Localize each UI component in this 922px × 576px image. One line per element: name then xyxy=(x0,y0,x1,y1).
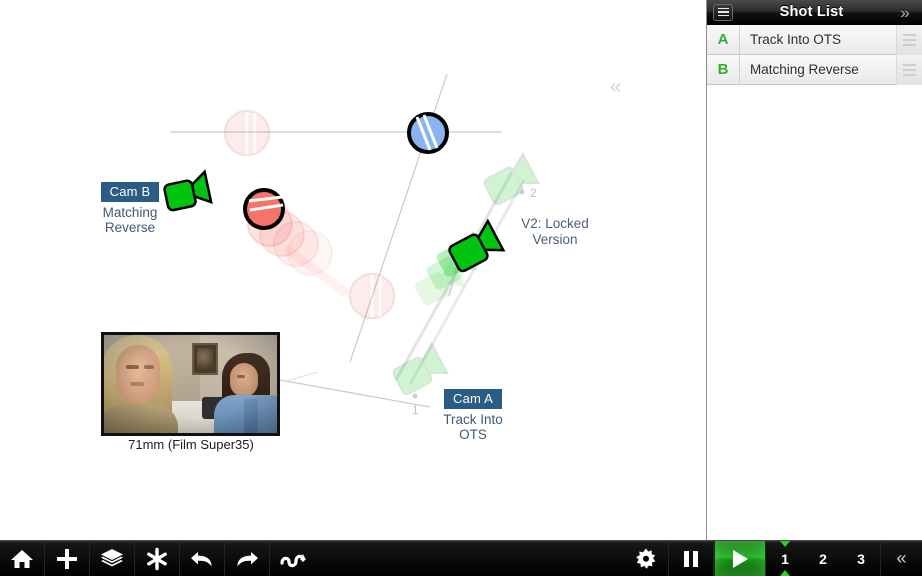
frame-marker-bottom-icon xyxy=(780,570,790,576)
redo-icon[interactable] xyxy=(225,541,270,576)
play-icon[interactable] xyxy=(714,541,766,576)
shot-list-title: Shot List xyxy=(779,4,844,20)
gear-icon[interactable] xyxy=(624,541,669,576)
frame-button-1[interactable]: 1 xyxy=(766,541,804,576)
camera-b-icon xyxy=(163,169,213,212)
shot-preview-thumbnail[interactable] xyxy=(101,332,280,436)
toolbar-left-group xyxy=(0,541,315,576)
ghost-camera-1-dot xyxy=(412,393,418,399)
ghost-marker-1-label: 1 xyxy=(412,403,419,417)
layers-icon[interactable] xyxy=(90,541,135,576)
cam-b-sublabel: Matching Reverse xyxy=(102,205,158,235)
canvas-vectors xyxy=(163,73,540,408)
shot-letter: A xyxy=(717,31,729,48)
cam-a-sublabel: Track Into OTS xyxy=(443,412,503,442)
frame-button-3[interactable]: 3 xyxy=(842,541,880,576)
subject-red xyxy=(243,188,285,230)
preview-caption: 71mm (Film Super35) xyxy=(128,437,254,452)
bottom-toolbar: 1 2 3 « xyxy=(0,540,922,576)
toolbar-collapse-icon[interactable]: « xyxy=(880,541,922,576)
path-icon[interactable] xyxy=(270,541,315,576)
frame-button-2[interactable]: 2 xyxy=(804,541,842,576)
cam-b-chip: Cam B xyxy=(100,182,160,202)
frame-label: 3 xyxy=(857,550,865,567)
ghost-camera-1 xyxy=(392,342,449,395)
frame-label: 2 xyxy=(819,550,827,567)
cam-a-chip: Cam A xyxy=(443,389,502,409)
blocking-canvas[interactable]: Cam B Matching Reverse Cam A Track Into … xyxy=(0,0,706,540)
add-icon[interactable] xyxy=(45,541,90,576)
shot-list-empty-area[interactable] xyxy=(707,85,922,570)
shot-list-item-a[interactable]: A Track Into OTS xyxy=(707,24,922,55)
drag-handle-icon[interactable] xyxy=(896,54,922,85)
ghost-marker-2-label: 2 xyxy=(530,186,537,200)
frame-marker-top-icon xyxy=(780,541,790,547)
frame-label: 1 xyxy=(781,550,789,567)
drag-handle-icon[interactable] xyxy=(896,24,922,55)
shot-name: Matching Reverse xyxy=(750,62,859,77)
ghost-subject-top xyxy=(223,109,271,157)
shot-name: Track Into OTS xyxy=(750,32,842,47)
version-annotation: V2: Locked Version xyxy=(521,216,589,247)
sidebar-collapse-icon[interactable]: » xyxy=(890,4,920,21)
snap-icon[interactable] xyxy=(135,541,180,576)
shot-list-item-b[interactable]: B Matching Reverse xyxy=(707,54,922,85)
pause-icon[interactable] xyxy=(669,541,714,576)
app-root: Cam B Matching Reverse Cam A Track Into … xyxy=(0,0,922,576)
undo-icon[interactable] xyxy=(180,541,225,576)
ghost-subject-lower xyxy=(348,272,396,320)
cam-b-label[interactable]: Cam B Matching Reverse xyxy=(95,182,165,235)
toolbar-right-group: 1 2 3 « xyxy=(624,541,922,576)
shot-list-panel: Shot List » A Track Into OTS B Matching … xyxy=(706,0,922,570)
subject-blue xyxy=(407,112,449,154)
canvas-collapse-chevron-icon[interactable]: « xyxy=(610,77,621,97)
shot-letter: B xyxy=(717,61,729,78)
hamburger-icon[interactable] xyxy=(713,3,733,21)
cam-a-label[interactable]: Cam A Track Into OTS xyxy=(437,389,509,442)
home-icon[interactable] xyxy=(0,541,45,576)
ghost-camera-2-dot xyxy=(519,189,525,195)
shot-list-header: Shot List » xyxy=(707,0,922,25)
